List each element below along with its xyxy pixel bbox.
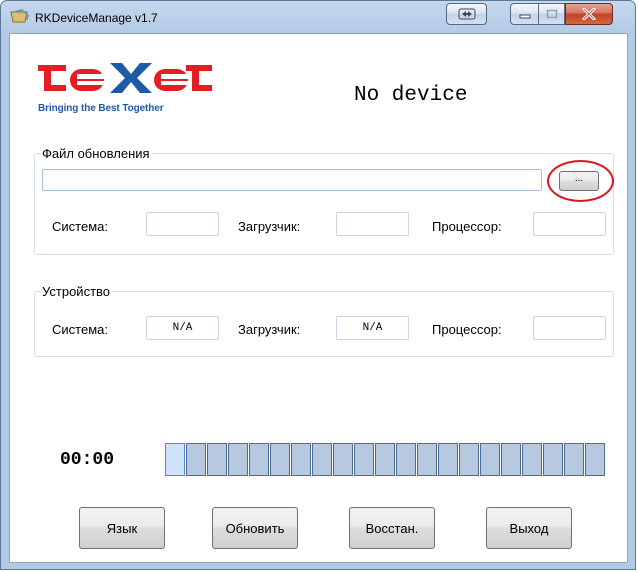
close-button[interactable] bbox=[565, 3, 613, 25]
file-cpu-field bbox=[533, 212, 606, 236]
device-cpu-field bbox=[533, 316, 606, 340]
progress-segment bbox=[459, 443, 479, 476]
progress-segment bbox=[501, 443, 521, 476]
progress-segment bbox=[375, 443, 395, 476]
progress-segment bbox=[564, 443, 584, 476]
device-cpu-label: Процессор: bbox=[432, 322, 502, 337]
update-file-legend: Файл обновления bbox=[40, 146, 152, 161]
progress-segment bbox=[543, 443, 563, 476]
progress-segment bbox=[228, 443, 248, 476]
firmware-path-input[interactable] bbox=[42, 169, 542, 191]
elapsed-timer: 00:00 bbox=[60, 450, 115, 470]
file-loader-field bbox=[336, 212, 409, 236]
maximize-icon bbox=[546, 9, 557, 19]
logo-slogan: Bringing the Best Together bbox=[38, 103, 164, 114]
progress-segment bbox=[396, 443, 416, 476]
minimize-button[interactable] bbox=[510, 3, 538, 25]
double-arrow-icon bbox=[458, 8, 475, 20]
window-title: RKDeviceManage v1.7 bbox=[35, 11, 158, 25]
progress-segment bbox=[585, 443, 605, 476]
minimize-icon bbox=[519, 14, 530, 19]
progress-segment bbox=[249, 443, 269, 476]
exit-button[interactable]: Выход bbox=[486, 507, 572, 549]
device-legend: Устройство bbox=[40, 284, 113, 299]
device-loader-field: N/A bbox=[336, 316, 409, 340]
progress-segment bbox=[291, 443, 311, 476]
file-cpu-label: Процессор: bbox=[432, 219, 502, 234]
progress-segment bbox=[522, 443, 542, 476]
file-loader-label: Загрузчик: bbox=[238, 219, 301, 234]
device-group: Устройство bbox=[34, 284, 614, 357]
device-system-field: N/A bbox=[146, 316, 219, 340]
progress-segment bbox=[417, 443, 437, 476]
progress-segment bbox=[186, 443, 206, 476]
file-system-label: Система: bbox=[52, 219, 108, 234]
progress-segment bbox=[438, 443, 458, 476]
maximize-button[interactable] bbox=[538, 3, 565, 25]
update-button[interactable]: Обновить bbox=[212, 507, 298, 549]
progress-segment bbox=[354, 443, 374, 476]
language-button[interactable]: Язык bbox=[79, 507, 165, 549]
device-status: No device bbox=[354, 84, 468, 107]
progress-segment bbox=[480, 443, 500, 476]
resize-button[interactable] bbox=[446, 3, 487, 25]
progress-bar bbox=[165, 443, 606, 477]
progress-segment bbox=[333, 443, 353, 476]
restore-button[interactable]: Восстан. bbox=[349, 507, 435, 549]
progress-segment bbox=[312, 443, 332, 476]
progress-segment bbox=[207, 443, 227, 476]
device-system-label: Система: bbox=[52, 322, 108, 337]
title-bar[interactable]: RKDeviceManage v1.7 bbox=[1, 1, 637, 33]
file-system-field bbox=[146, 212, 219, 236]
app-icon bbox=[10, 9, 29, 23]
progress-segment bbox=[165, 443, 185, 476]
texet-logo-wordmark bbox=[38, 63, 212, 93]
progress-segment bbox=[270, 443, 290, 476]
highlight-circle bbox=[547, 160, 614, 202]
device-loader-label: Загрузчик: bbox=[238, 322, 301, 337]
close-icon bbox=[582, 8, 596, 20]
